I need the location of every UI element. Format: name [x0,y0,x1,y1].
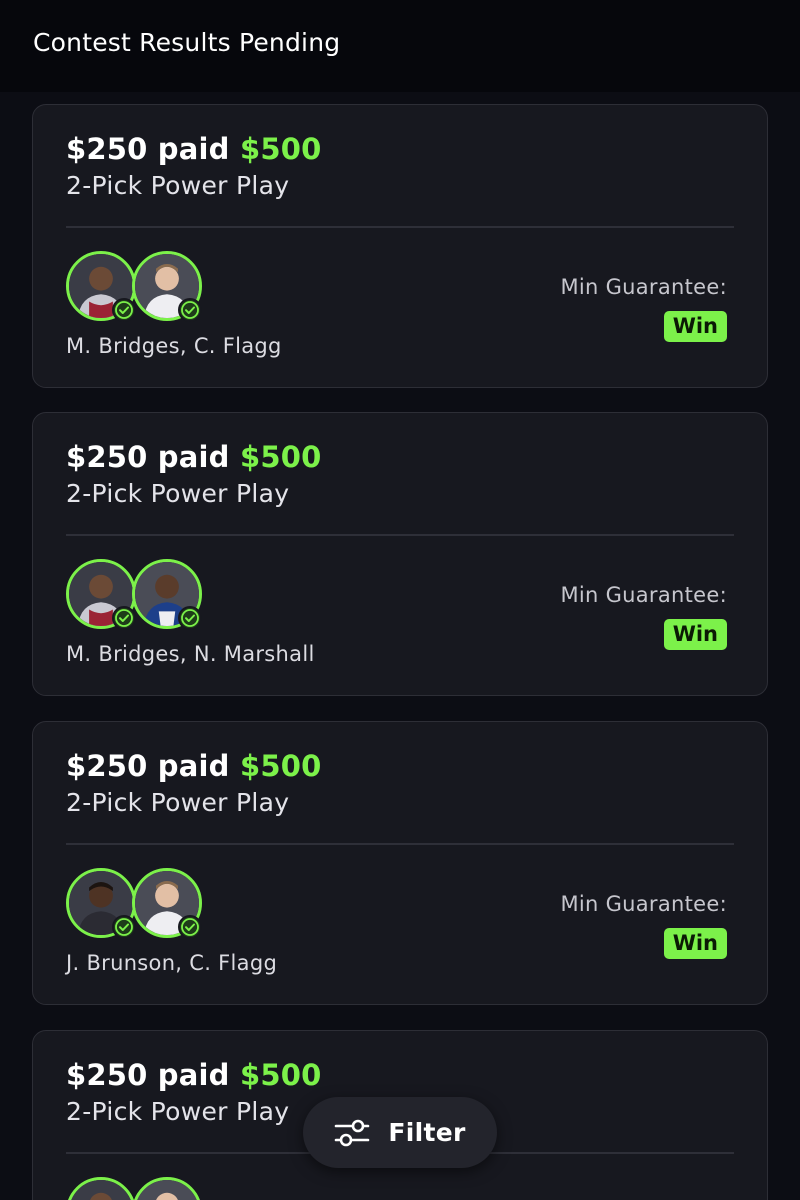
check-icon [178,298,202,322]
stake-line: $250 paid $500 [66,748,321,784]
entry-header: $250 paid $500 2-Pick Power Play [66,439,321,509]
player-avatars [66,559,206,635]
player-avatars [66,251,206,327]
play-type: 2-Pick Power Play [66,479,290,508]
play-type: 2-Pick Power Play [66,171,290,200]
payout-amount: $500 [239,132,322,166]
play-type: 2-Pick Power Play [66,788,290,817]
result-badge: Win [663,311,727,342]
stake-amount: $250 paid [66,132,230,166]
entry-card[interactable]: $250 paid $500 2-Pick Power Play [32,412,768,696]
play-type: 2-Pick Power Play [66,1097,290,1126]
player-avatar [66,1177,136,1200]
result-badge: Win [663,619,727,650]
player-names: M. Bridges, C. Flagg [66,334,282,358]
player-names: M. Bridges, N. Marshall [66,642,315,666]
entry-header: $250 paid $500 2-Pick Power Play [66,131,321,201]
filter-label: Filter [388,1118,466,1147]
divider [66,843,734,845]
entry-header: $250 paid $500 2-Pick Power Play [66,748,321,818]
check-icon [112,606,136,630]
player-avatar [132,1177,202,1200]
player-avatars [66,1177,206,1200]
check-icon [178,915,202,939]
player-avatars [66,868,206,944]
payout-amount: $500 [239,1058,322,1092]
player-names: J. Brunson, C. Flagg [66,951,278,975]
stake-amount: $250 paid [66,440,230,474]
min-guarantee-label: Min Guarantee: [560,583,727,607]
entry-card[interactable]: $250 paid $500 2-Pick Power Play [32,721,768,1005]
min-guarantee-label: Min Guarantee: [560,892,727,916]
stake-amount: $250 paid [66,1058,230,1092]
min-guarantee-label: Min Guarantee: [560,275,727,299]
contest-results-page: $250 paid $500 2-Pick Power Play M. Brid… [0,0,800,1200]
filter-button[interactable]: Filter [303,1097,497,1168]
divider [66,534,734,536]
check-icon [112,915,136,939]
payout-amount: $500 [239,440,322,474]
top-header: Contest Results Pending [0,0,800,92]
divider [66,226,734,228]
result-badge: Win [663,928,727,959]
payout-amount: $500 [239,749,322,783]
page-title: Contest Results Pending [33,28,341,57]
stake-line: $250 paid $500 [66,1057,321,1093]
stake-line: $250 paid $500 [66,439,321,475]
sliders-icon [334,1118,370,1148]
check-icon [178,606,202,630]
stake-line: $250 paid $500 [66,131,321,167]
entry-card[interactable]: $250 paid $500 2-Pick Power Play [32,104,768,388]
check-icon [112,298,136,322]
entry-header: $250 paid $500 2-Pick Power Play [66,1057,321,1127]
stake-amount: $250 paid [66,749,230,783]
